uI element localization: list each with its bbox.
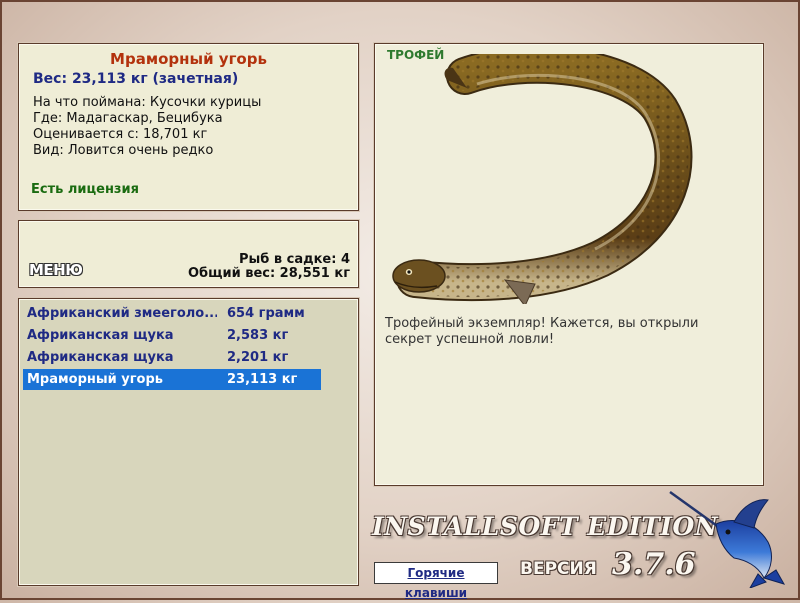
marlin-image [669, 490, 786, 588]
catch-weight: 23,113 кг [227, 372, 298, 387]
eel-image [392, 54, 693, 304]
catch-row[interactable]: Африканский змееголо... 654 грамм [23, 303, 321, 324]
catch-row[interactable]: Африканская щука 2,583 кг [23, 325, 321, 346]
trophy-panel: ТРОФЕЙ Трофейный экземпляр! Кажется, вы … [374, 43, 764, 486]
edition-logo: INSTALLSOFT EDITION [372, 512, 719, 541]
catch-list: Африканский змееголо... 654 грамм Африка… [18, 298, 359, 586]
trophy-tag: ТРОФЕЙ [387, 48, 445, 62]
trophy-message: Трофейный экземпляр! Кажется, вы открыли… [385, 316, 699, 347]
catch-name: Мраморный угорь [27, 372, 163, 387]
version-label: ВЕРСИЯ [520, 559, 597, 579]
fish-bait: На что поймана: Кусочки курицы [33, 95, 262, 110]
fish-rating: Оценивается с: 18,701 кг [33, 127, 208, 142]
catch-row-selected[interactable]: Мраморный угорь 23,113 кг [23, 369, 321, 390]
hotkeys-link[interactable]: Горячие клавиши [374, 562, 498, 600]
license-status: Есть лицензия [31, 182, 139, 197]
catch-weight: 2,583 кг [227, 328, 289, 343]
catch-row[interactable]: Африканская щука 2,201 кг [23, 347, 321, 368]
keepnet-count: Рыб в садке: 4 [238, 252, 350, 267]
catch-name: Африканский змееголо... [27, 306, 217, 321]
fish-name: Мраморный угорь [110, 50, 267, 68]
keepnet-total-weight: Общий вес: 28,551 кг [187, 266, 350, 281]
fish-weight: Вес: 23,113 кг (зачетная) [33, 71, 239, 87]
fish-info-panel: Мраморный угорь Вес: 23,113 кг (зачетная… [18, 43, 359, 211]
catch-name: Африканская щука [27, 350, 174, 365]
catch-weight: 654 грамм [227, 306, 305, 321]
menu-button[interactable]: МЕНЮ [29, 261, 83, 279]
fish-location: Где: Мадагаскар, Бецибука [33, 111, 223, 126]
keepnet-panel: МЕНЮ Рыб в садке: 4 Общий вес: 28,551 кг [18, 220, 359, 288]
catch-name: Африканская щука [27, 328, 174, 343]
fish-rarity: Вид: Ловится очень редко [33, 143, 214, 158]
catch-weight: 2,201 кг [227, 350, 289, 365]
